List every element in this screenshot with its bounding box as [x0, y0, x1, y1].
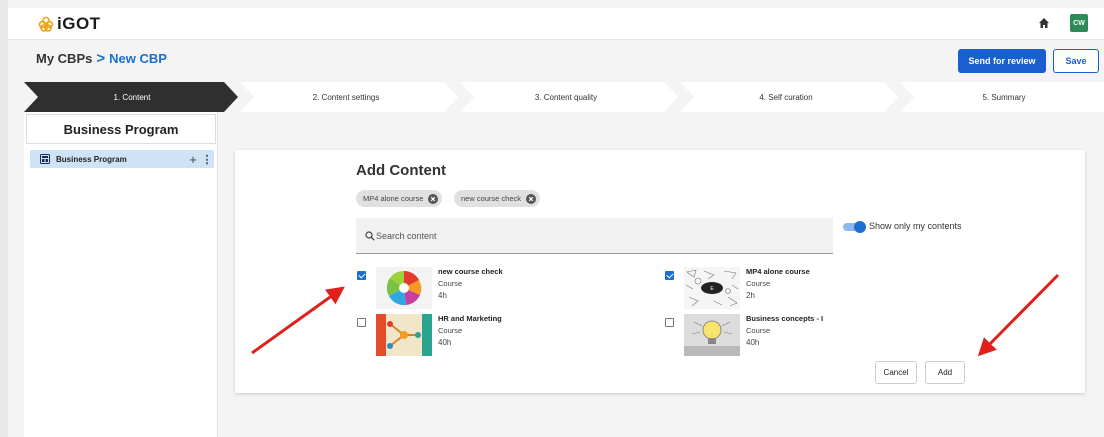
- course-thumbnail: [684, 314, 740, 356]
- breadcrumb: My CBPs > New CBP: [36, 50, 167, 67]
- progress-stepper: 1. Content 2. Content settings 3. Conten…: [24, 82, 1104, 112]
- card-type: Course: [438, 326, 463, 335]
- card-title: MP4 alone course: [746, 267, 810, 276]
- card-title: Business concepts - I: [746, 314, 824, 323]
- content-card[interactable]: HR and Marketing Course 40h: [357, 314, 587, 358]
- breadcrumb-my-cbps[interactable]: My CBPs: [36, 51, 92, 66]
- chip-label: new course check: [461, 194, 522, 203]
- sidebar-item-label: Business Program: [56, 154, 127, 164]
- panel-title: Add Content: [356, 162, 446, 179]
- add-button[interactable]: Add: [925, 361, 965, 384]
- tab-self-curation[interactable]: 4. Self curation: [706, 82, 866, 112]
- tab-content-settings[interactable]: 2. Content settings: [266, 82, 426, 112]
- add-icon[interactable]: +: [186, 152, 200, 167]
- flower-logo-icon: [38, 16, 54, 32]
- content-card[interactable]: new course check Course 4h: [357, 267, 587, 311]
- card-type: Course: [746, 326, 771, 335]
- sidebar-item-business-program[interactable]: Business Program + ⋮: [30, 150, 214, 168]
- remove-chip-icon[interactable]: [428, 193, 439, 204]
- module-icon: [40, 154, 50, 164]
- card-duration: 40h: [438, 338, 452, 347]
- sidebar-title: Business Program: [26, 114, 216, 144]
- course-thumbnail: E: [684, 267, 740, 309]
- content-checkbox[interactable]: [357, 271, 366, 280]
- card-type: Course: [438, 279, 463, 288]
- home-icon[interactable]: [1038, 17, 1050, 29]
- show-my-contents-toggle[interactable]: [843, 221, 866, 233]
- content-checkbox[interactable]: [665, 318, 674, 327]
- cancel-button[interactable]: Cancel: [875, 361, 917, 384]
- content-checkbox[interactable]: [357, 318, 366, 327]
- logo-text: iGOT: [57, 14, 101, 33]
- toggle-label: Show only my contents: [869, 221, 962, 231]
- tab-content-quality[interactable]: 3. Content quality: [486, 82, 646, 112]
- save-button[interactable]: Save: [1053, 49, 1099, 73]
- selected-chip: MP4 alone course: [356, 190, 443, 207]
- tab-summary[interactable]: 5. Summary: [924, 82, 1084, 112]
- course-thumbnail: [376, 314, 432, 356]
- content-card[interactable]: Business concepts - I Course 40h: [665, 314, 895, 358]
- search-input[interactable]: [376, 228, 816, 244]
- chevron-right-icon: >: [96, 50, 106, 67]
- card-duration: 40h: [746, 338, 760, 347]
- remove-chip-icon[interactable]: [526, 193, 537, 204]
- breadcrumb-current: New CBP: [109, 51, 167, 66]
- course-thumbnail: [376, 267, 432, 309]
- sidebar: Business Program Business Program + ⋮: [24, 112, 218, 437]
- content-checkbox[interactable]: [665, 271, 674, 280]
- search-field[interactable]: [356, 218, 833, 254]
- selected-chip: new course check: [454, 190, 541, 207]
- tab-content[interactable]: 1. Content: [52, 82, 212, 112]
- more-vertical-icon[interactable]: ⋮: [200, 153, 214, 166]
- card-title: new course check: [438, 267, 503, 276]
- add-content-panel: Add Content MP4 alone course new course …: [235, 150, 1085, 393]
- toggle-knob: [854, 221, 866, 233]
- left-edge: [0, 0, 8, 437]
- card-title: HR and Marketing: [438, 314, 502, 323]
- send-for-review-button[interactable]: Send for review: [958, 49, 1046, 73]
- card-type: Course: [746, 279, 771, 288]
- content-card[interactable]: E MP4 alone course Course 2h: [665, 267, 895, 311]
- card-duration: 2h: [746, 291, 755, 300]
- avatar[interactable]: CW: [1070, 14, 1088, 32]
- search-icon: [365, 231, 375, 241]
- chip-label: MP4 alone course: [363, 194, 424, 203]
- top-bar: iGOT CW: [8, 8, 1104, 40]
- card-duration: 4h: [438, 291, 447, 300]
- app-logo[interactable]: iGOT: [38, 14, 101, 34]
